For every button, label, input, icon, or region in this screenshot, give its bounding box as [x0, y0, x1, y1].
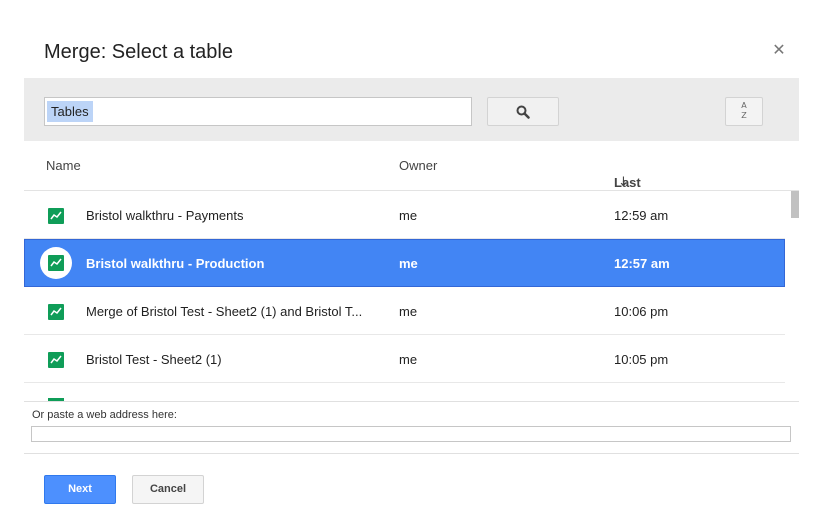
search-input-value: Tables [47, 101, 93, 122]
row-modified: 12:59 am [614, 208, 669, 223]
table-row[interactable]: Merge of Bristol Test - Sheet2 (1) and B… [24, 287, 785, 335]
row-owner: me [399, 352, 418, 367]
sort-icon-top-letter: A [741, 101, 747, 110]
paste-url-input[interactable] [31, 426, 791, 442]
close-icon[interactable]: ✕ [772, 43, 786, 59]
dialog-title: Merge: Select a table [44, 41, 233, 63]
row-modified: 10:05 pm [614, 352, 669, 367]
sheet-chart-icon [48, 304, 64, 320]
row-name: Bristol Test - Sheet2 (1) [86, 352, 222, 367]
sort-icon-bottom-letter: Z [741, 111, 747, 120]
sheet-chart-icon [48, 255, 64, 271]
table-row[interactable]: Bristol walkthru - Payments me 12:59 am [24, 191, 785, 239]
search-icon [516, 105, 530, 119]
divider [24, 453, 799, 454]
sort-arrow-icon: ↓ [618, 175, 629, 190]
row-owner: me [399, 304, 418, 319]
table-list: Bristol walkthru - Payments me 12:59 am … [24, 191, 785, 401]
cancel-button[interactable]: Cancel [132, 475, 204, 504]
paste-url-label: Or paste a web address here: [32, 409, 177, 421]
search-toolbar: Tables A Z [24, 78, 799, 141]
sheet-chart-icon [48, 352, 64, 368]
row-name: Bristol walkthru - Production [86, 256, 265, 271]
search-button[interactable] [487, 97, 559, 126]
row-name: Merge of Bristol Test - Sheet2 (1) and B… [86, 304, 363, 319]
sheet-chart-icon [48, 208, 64, 224]
divider [24, 401, 799, 402]
scrollbar-track[interactable] [787, 191, 799, 401]
list-header: Name Owner Last modified↓ [24, 141, 799, 205]
table-row-selected[interactable]: Bristol walkthru - Production me 12:57 a… [24, 239, 785, 287]
sort-button[interactable]: A Z [725, 97, 763, 126]
row-owner: me [399, 256, 418, 271]
row-name: Bristol walkthru - Payments [86, 208, 244, 223]
search-input[interactable]: Tables [44, 97, 472, 126]
sort-az-icon: A Z [726, 101, 762, 121]
scrollbar-thumb[interactable] [791, 191, 799, 218]
selected-indicator [40, 247, 72, 279]
row-owner: me [399, 208, 418, 223]
column-header-name[interactable]: Name [46, 158, 81, 173]
column-header-owner[interactable]: Owner [399, 158, 437, 173]
row-modified: 12:57 am [614, 256, 670, 271]
row-modified: 10:06 pm [614, 304, 669, 319]
table-row[interactable]: Bristol Test - Sheet2 (1) me 10:05 pm [24, 335, 785, 383]
next-button[interactable]: Next [44, 475, 116, 504]
